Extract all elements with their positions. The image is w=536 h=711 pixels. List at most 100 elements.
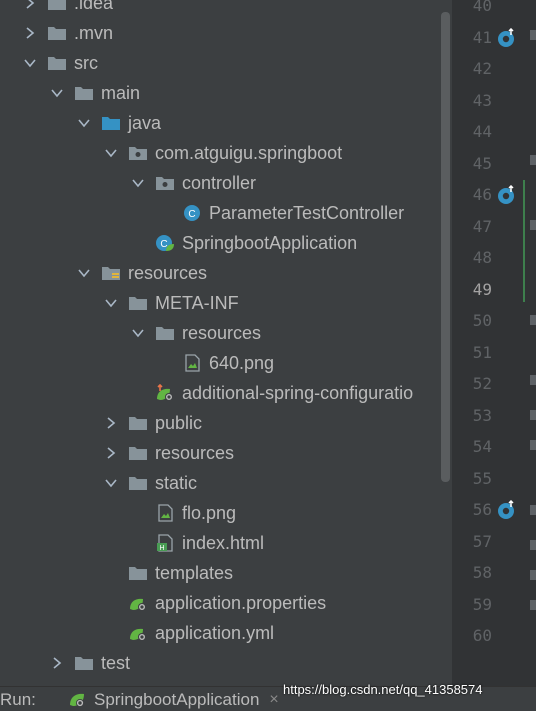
tree-node--mvn[interactable]: .mvn — [0, 18, 452, 48]
chevron-down-icon[interactable] — [76, 265, 92, 281]
line-number: 59 — [472, 594, 492, 614]
tree-node-label: SpringbootApplication — [182, 232, 358, 253]
line-number: 44 — [472, 122, 492, 141]
editor-gutter: 40 41 42 43 44 45 46 47 48 49 50 51 52 53 54 55 56 57 58 59… — [452, 0, 536, 686]
tree-node-springbootapplication[interactable]: C SpringbootApplication — [0, 228, 452, 258]
chevron-down-icon[interactable] — [76, 115, 92, 131]
tree-node-index-html[interactable]: Hindex.html — [0, 528, 452, 558]
tree-node-test[interactable]: test — [0, 648, 452, 678]
folder-icon — [46, 0, 68, 13]
chevron-down-icon[interactable] — [103, 295, 119, 311]
line-number: 51 — [472, 342, 492, 362]
java-class-icon: C — [181, 203, 203, 223]
chevron-down-icon[interactable] — [130, 175, 146, 191]
tree-node-resources[interactable]: resources — [0, 438, 452, 468]
fold-marker — [530, 410, 536, 420]
svg-text:H: H — [159, 545, 164, 552]
spring-config-json-icon — [154, 383, 176, 403]
tree-node-controller[interactable]: controller — [0, 168, 452, 198]
tree-node-public[interactable]: public — [0, 408, 452, 438]
line-number: 41 — [472, 27, 492, 47]
fold-marker — [530, 440, 536, 450]
tree-node-label: index.html — [182, 532, 265, 553]
chevron-down-icon[interactable] — [103, 475, 119, 491]
folder-icon — [46, 23, 68, 43]
line-number: 50 — [472, 311, 492, 330]
spring-yml-icon — [127, 623, 149, 643]
folder-icon — [127, 563, 149, 583]
tree-node-label: flo.png — [182, 502, 237, 523]
tree-node-flo-png[interactable]: flo.png — [0, 498, 452, 528]
implementing-method-gutter-icon[interactable] — [496, 499, 516, 520]
html-file-icon: H — [154, 533, 176, 553]
image-file-icon — [181, 353, 203, 373]
run-label: Run: — [0, 690, 36, 709]
chevron-right-icon[interactable] — [22, 25, 38, 41]
tree-node-label: resources — [128, 262, 208, 283]
line-number: 49 — [472, 279, 492, 299]
line-number: 57 — [472, 531, 492, 551]
line-number: 55 — [472, 468, 492, 488]
tree-node--idea[interactable]: .idea — [0, 0, 452, 18]
chevron-down-icon[interactable] — [22, 55, 38, 71]
tree-node-640-png[interactable]: 640.png — [0, 348, 452, 378]
chevron-right-icon[interactable] — [22, 0, 38, 11]
chevron-down-icon[interactable] — [103, 145, 119, 161]
tree-node-label: java — [128, 112, 162, 133]
folder-icon — [127, 293, 149, 313]
package-icon — [154, 173, 176, 193]
spring-properties-icon — [127, 593, 149, 613]
tree-node-label: application.properties — [155, 592, 327, 613]
close-icon[interactable]: × — [269, 691, 278, 709]
tree-node-resources[interactable]: resources — [0, 318, 452, 348]
folder-icon — [154, 323, 176, 343]
folder-icon — [127, 443, 149, 463]
fold-marker — [530, 155, 536, 165]
chevron-right-icon[interactable] — [49, 655, 65, 671]
tree-node-static[interactable]: static — [0, 468, 452, 498]
line-number: 45 — [472, 153, 492, 173]
tree-node-label: src — [74, 52, 98, 73]
implementing-method-gutter-icon[interactable] — [496, 27, 516, 48]
tree-node-additional-spring-configuratio[interactable]: additional-spring-configuratio — [0, 378, 452, 408]
tree-node-label: controller — [182, 172, 257, 193]
tree-node-src[interactable]: src — [0, 48, 452, 78]
line-number: 54 — [472, 437, 492, 456]
line-number: 43 — [472, 90, 492, 110]
line-number: 52 — [472, 374, 492, 393]
chevron-right-icon[interactable] — [103, 415, 119, 431]
fold-marker — [530, 220, 536, 230]
tree-node-java[interactable]: java — [0, 108, 452, 138]
project-tree[interactable]: .idea .mvn src main java com.atguigu.springbo… — [0, 0, 452, 686]
tree-node-label: additional-spring-configuratio — [182, 382, 414, 403]
package-icon — [127, 143, 149, 163]
tree-node-label: main — [101, 82, 141, 103]
chevron-right-icon[interactable] — [103, 445, 119, 461]
folder-icon — [73, 653, 95, 673]
tree-node-meta-inf[interactable]: META-INF — [0, 288, 452, 318]
chevron-down-icon[interactable] — [49, 85, 65, 101]
implementing-method-gutter-icon[interactable] — [496, 184, 516, 205]
folder-icon — [127, 473, 149, 493]
tree-node-label: application.yml — [155, 622, 275, 643]
tree-node-com-atguigu-springboot[interactable]: com.atguigu.springboot — [0, 138, 452, 168]
fold-marker — [530, 570, 536, 580]
chevron-down-icon[interactable] — [130, 325, 146, 341]
tree-node-label: resources — [155, 442, 235, 463]
line-number: 40 — [472, 0, 492, 15]
tree-node-parametertestcontroller[interactable]: C ParameterTestController — [0, 198, 452, 228]
tree-node-application-properties[interactable]: application.properties — [0, 588, 452, 618]
tree-node-application-yml[interactable]: application.yml — [0, 618, 452, 648]
tree-node-main[interactable]: main — [0, 78, 452, 108]
project-tree-scrollbar[interactable] — [441, 12, 450, 482]
tree-node-templates[interactable]: templates — [0, 558, 452, 588]
tree-node-label: ParameterTestController — [209, 202, 405, 223]
run-tab-springboot-application[interactable]: SpringbootApplication × — [66, 690, 279, 710]
tree-node-resources[interactable]: resources — [0, 258, 452, 288]
